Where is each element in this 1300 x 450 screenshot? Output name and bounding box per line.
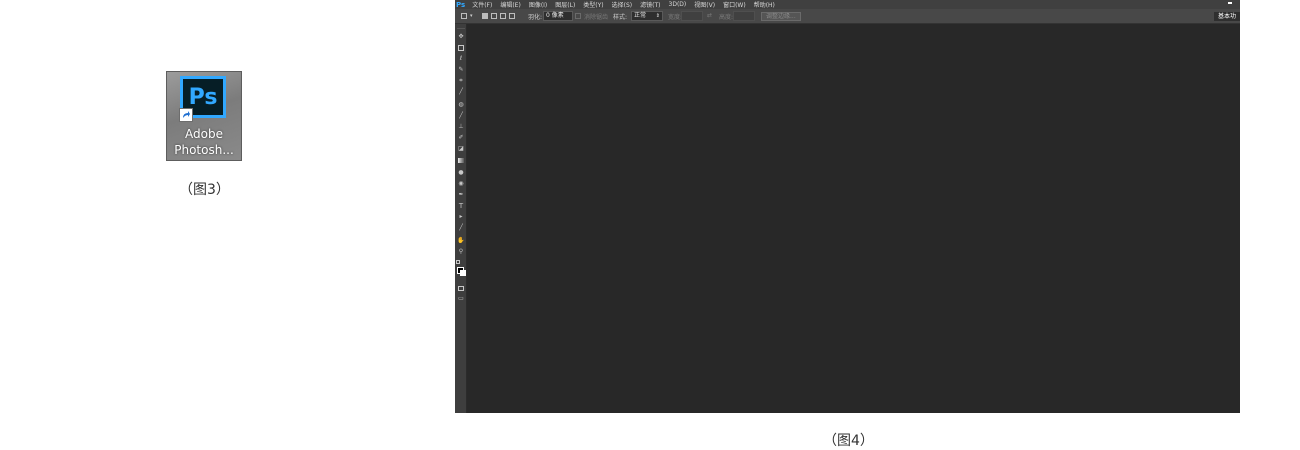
new-selection-icon[interactable] (482, 13, 488, 19)
app-logo-icon: Ps (456, 0, 466, 9)
menu-image[interactable]: 图像(I) (529, 0, 547, 9)
menu-layer[interactable]: 图层(L) (555, 0, 575, 9)
tools-panel: ✥ ℓ ✎ ⌗ ╱ ◍ ╱ ⊥ ✐ ◪ ● ◉ ✒ T ▸ ╱ ✋ ⚲ ▭ (455, 24, 467, 413)
menu-window[interactable]: 窗口(W) (723, 0, 746, 9)
photoshop-logo-text: Ps (188, 84, 218, 110)
menu-help[interactable]: 帮助(H) (754, 0, 775, 9)
options-bar: ▾ 羽化: 0 像素 消除锯齿 样式: 正常 ⇕ 宽度: ⇄ 高度: 调整边缘.… (455, 9, 1240, 24)
menu-view[interactable]: 视图(V) (694, 0, 715, 9)
dodge-tool-icon[interactable]: ◉ (457, 180, 465, 188)
height-label: 高度: (719, 14, 734, 21)
pen-tool-icon[interactable]: ✒ (457, 191, 465, 199)
minimize-icon[interactable] (1228, 2, 1232, 4)
refine-edge-button[interactable]: 调整边缘... (761, 12, 801, 21)
default-colors-icon[interactable] (456, 260, 460, 264)
line-tool-icon[interactable]: ╱ (457, 224, 465, 232)
menu-filter[interactable]: 滤镜(T) (640, 0, 660, 9)
eyedropper-tool-icon[interactable]: ╱ (457, 88, 465, 96)
figure4-caption: （图4） (823, 433, 874, 449)
width-input[interactable] (681, 11, 703, 21)
shortcut-label-line2: Photosh... (174, 143, 234, 157)
height-input[interactable] (733, 11, 755, 21)
hand-tool-icon[interactable]: ✋ (457, 237, 465, 245)
add-selection-icon[interactable] (491, 13, 497, 19)
toolbar-grip[interactable] (457, 28, 465, 29)
menu-bar: Ps 文件(F) 编辑(E) 图像(I) 图层(L) 类型(Y) 选择(S) 滤… (455, 0, 1240, 9)
lasso-tool-icon[interactable]: ℓ (457, 55, 465, 63)
antialias-checkbox[interactable] (575, 13, 581, 19)
photoshop-desktop-shortcut[interactable]: Ps Adobe Photosh... (166, 71, 242, 161)
path-select-tool-icon[interactable]: ▸ (457, 213, 465, 221)
menu-type[interactable]: 类型(Y) (583, 0, 603, 9)
marquee-preset-icon[interactable] (461, 13, 467, 19)
screen-mode-icon[interactable]: ▭ (457, 295, 465, 303)
feather-label: 羽化: (528, 14, 543, 21)
figure3-caption: （图3） (179, 182, 230, 198)
move-tool-icon[interactable]: ✥ (457, 33, 465, 41)
menu-file[interactable]: 文件(F) (472, 0, 492, 9)
workspace-switcher[interactable]: 基本功 (1213, 12, 1240, 21)
shortcut-label-line1: Adobe (185, 127, 223, 141)
photoshop-window: Ps 文件(F) 编辑(E) 图像(I) 图层(L) 类型(Y) 选择(S) 滤… (455, 0, 1240, 413)
type-tool-icon[interactable]: T (457, 202, 465, 210)
chevron-down-icon: ⇕ (655, 13, 660, 19)
blur-tool-icon[interactable]: ● (457, 169, 465, 177)
width-label: 宽度: (668, 14, 683, 21)
background-color-swatch[interactable] (460, 270, 466, 276)
subtract-selection-icon[interactable] (500, 13, 506, 19)
intersect-selection-icon[interactable] (509, 13, 515, 19)
menu-3d[interactable]: 3D(D) (669, 1, 687, 8)
menu-edit[interactable]: 编辑(E) (500, 0, 520, 9)
antialias-label: 消除锯齿 (584, 14, 609, 21)
document-canvas-area[interactable] (467, 24, 1240, 413)
marquee-tool-icon[interactable] (457, 44, 465, 52)
eraser-tool-icon[interactable]: ◪ (457, 145, 465, 153)
menu-select[interactable]: 选择(S) (612, 0, 633, 9)
style-select-value: 正常 (634, 12, 647, 19)
style-select[interactable]: 正常 ⇕ (631, 11, 663, 21)
crop-tool-icon[interactable]: ⌗ (457, 77, 465, 85)
preset-dropdown-icon[interactable]: ▾ (470, 13, 473, 19)
spot-heal-tool-icon[interactable]: ◍ (457, 101, 465, 109)
zoom-tool-icon[interactable]: ⚲ (457, 248, 465, 256)
feather-input[interactable]: 0 像素 (543, 11, 573, 21)
quick-select-tool-icon[interactable]: ✎ (457, 66, 465, 74)
history-brush-tool-icon[interactable]: ✐ (457, 134, 465, 142)
quick-mask-icon[interactable] (457, 284, 465, 292)
clone-stamp-tool-icon[interactable]: ⊥ (457, 123, 465, 131)
brush-tool-icon[interactable]: ╱ (457, 112, 465, 120)
gradient-tool-icon[interactable] (457, 156, 465, 164)
shortcut-arrow-icon (179, 108, 193, 122)
swap-dimensions-icon[interactable]: ⇄ (707, 12, 712, 19)
shortcut-label: Adobe Photosh... (167, 126, 241, 158)
style-label: 样式: (613, 14, 628, 21)
